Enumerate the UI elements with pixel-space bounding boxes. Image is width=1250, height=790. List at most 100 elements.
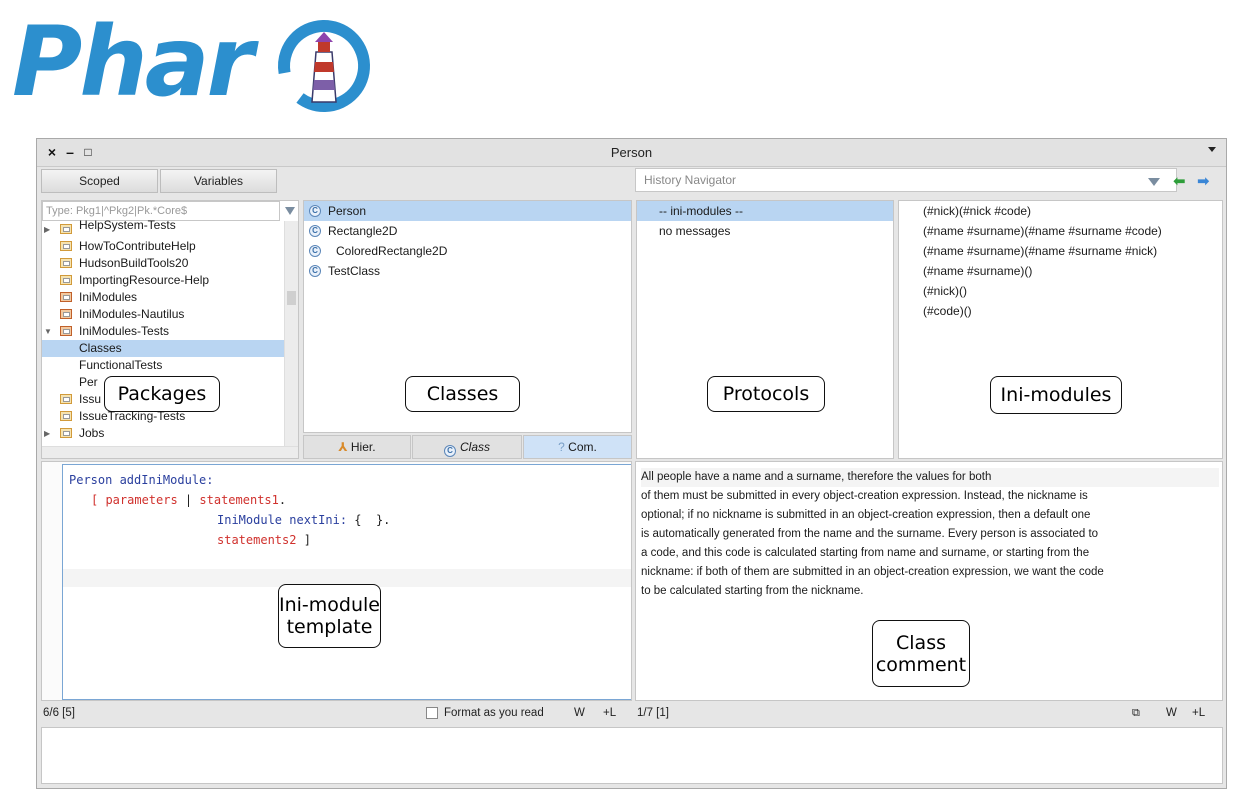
package-label: Jobs bbox=[79, 426, 105, 440]
hierarchy-icon: ⅄ bbox=[338, 440, 348, 454]
class-item[interactable]: C Person bbox=[304, 201, 631, 221]
package-icon bbox=[60, 428, 72, 438]
comment-line: nickname: if both of them are submitted … bbox=[641, 566, 1104, 578]
package-tag-label: FunctionalTests bbox=[79, 358, 163, 372]
package-icon bbox=[60, 394, 72, 404]
variables-button[interactable]: Variables bbox=[160, 169, 277, 193]
callout-classes: Classes bbox=[405, 376, 520, 412]
ini-module-item[interactable]: (#name #surname)() bbox=[899, 261, 1222, 281]
package-item[interactable]: ▼ IniModules-Tests bbox=[42, 323, 286, 340]
package-item[interactable]: IniModules bbox=[42, 289, 286, 306]
protocol-item[interactable]: no messages bbox=[637, 221, 893, 241]
protocols-pane: -- ini-modules -- no messages bbox=[636, 200, 894, 459]
ini-module-template-editor[interactable]: Person addIniModule: [ parameters | stat… bbox=[62, 464, 631, 700]
class-icon: C bbox=[309, 245, 321, 257]
package-item[interactable]: HudsonBuildTools20 bbox=[42, 255, 286, 272]
packages-scrollbar[interactable] bbox=[284, 221, 298, 446]
package-item[interactable]: ▶ Jobs bbox=[42, 425, 286, 442]
expand-icon[interactable]: ▶ bbox=[44, 221, 50, 238]
comment-line: All people have a name and a surname, th… bbox=[641, 468, 1219, 487]
class-view-tabs: ⅄ Hier. C Class ? Com. bbox=[303, 435, 632, 459]
callout-packages: Packages bbox=[104, 376, 220, 412]
comment-line: to be calculated starting from the nickn… bbox=[641, 585, 864, 597]
package-icon bbox=[60, 258, 72, 268]
class-item[interactable]: C TestClass bbox=[304, 261, 631, 281]
packages-hscrollbar[interactable] bbox=[42, 446, 298, 458]
bottom-panel bbox=[41, 727, 1223, 784]
package-label: Issu bbox=[79, 392, 102, 406]
copy-icon[interactable]: ⧉ bbox=[1132, 703, 1140, 723]
line-numbers-toggle[interactable]: +L bbox=[603, 703, 616, 723]
forward-arrow-icon[interactable]: ➡ bbox=[1197, 172, 1210, 190]
system-browser-window: × – □ Person Scoped Variables History Na… bbox=[36, 138, 1227, 789]
filter-dropdown-icon[interactable] bbox=[285, 207, 295, 215]
package-icon bbox=[60, 326, 72, 336]
code-status-bar: 6/6 [5] Format as you read W +L bbox=[41, 703, 632, 723]
line-position: 6/6 [5] bbox=[43, 707, 75, 719]
history-navigator-input[interactable]: History Navigator bbox=[635, 168, 1177, 192]
class-label: Rectangle2D bbox=[328, 224, 398, 238]
code-token: IniModule nextIni: bbox=[217, 513, 348, 527]
scrollbar-thumb[interactable] bbox=[287, 291, 296, 305]
wrap-toggle[interactable]: W bbox=[1166, 703, 1177, 723]
package-tag-item[interactable]: Classes bbox=[42, 340, 286, 357]
line-numbers-toggle[interactable]: +L bbox=[1192, 703, 1205, 723]
package-item[interactable]: HowToContributeHelp bbox=[42, 238, 286, 255]
class-tab[interactable]: C Class bbox=[412, 435, 522, 459]
scoped-button[interactable]: Scoped bbox=[41, 169, 158, 193]
package-icon bbox=[60, 411, 72, 421]
package-icon bbox=[60, 275, 72, 285]
collapse-icon[interactable]: ▼ bbox=[44, 323, 52, 340]
code-token: ] bbox=[296, 533, 311, 547]
package-label: HudsonBuildTools20 bbox=[79, 256, 189, 270]
title-bar: × – □ Person bbox=[37, 139, 1226, 167]
logo-text: Phar bbox=[12, 6, 254, 118]
code-token: statements2 bbox=[217, 533, 297, 547]
package-tag-item[interactable]: FunctionalTests bbox=[42, 357, 286, 374]
class-item[interactable]: C Rectangle2D bbox=[304, 221, 631, 241]
code-token: [ bbox=[91, 493, 106, 507]
expand-icon[interactable]: ▶ bbox=[44, 425, 50, 442]
wrap-toggle[interactable]: W bbox=[574, 703, 585, 723]
pharo-logo: Phar bbox=[12, 6, 392, 118]
class-icon: C bbox=[309, 205, 321, 217]
protocol-item[interactable]: -- ini-modules -- bbox=[637, 201, 893, 221]
package-tag-label: Classes bbox=[79, 341, 122, 355]
ini-modules-pane: (#nick)(#nick #code) (#name #surname)(#n… bbox=[898, 200, 1223, 459]
code-token: Person addIniModule: bbox=[69, 473, 214, 487]
code-token: . bbox=[278, 493, 287, 507]
comment-line: a code, and this code is calculated star… bbox=[641, 547, 1090, 559]
class-label: Person bbox=[328, 204, 367, 218]
ini-module-item[interactable]: (#nick)() bbox=[899, 281, 1222, 301]
code-pane: Person addIniModule: [ parameters | stat… bbox=[41, 461, 632, 701]
code-token: parameters bbox=[105, 493, 178, 507]
chevron-down-icon[interactable] bbox=[1208, 147, 1216, 152]
comment-line: of them must be submitted in every objec… bbox=[641, 490, 1088, 502]
dropdown-arrow-icon[interactable] bbox=[1148, 178, 1160, 186]
package-item[interactable]: ImportingResource-Help bbox=[42, 272, 286, 289]
callout-ini-module-template: Ini-module template bbox=[278, 584, 381, 648]
package-icon bbox=[60, 224, 72, 234]
package-item[interactable]: ▶ HelpSystem-Tests bbox=[42, 218, 286, 238]
ini-module-item[interactable]: (#nick)(#nick #code) bbox=[899, 201, 1222, 221]
package-label: IniModules-Tests bbox=[79, 324, 170, 338]
package-item[interactable]: IniModules-Nautilus bbox=[42, 306, 286, 323]
class-icon: C bbox=[443, 445, 456, 457]
ini-module-item[interactable]: (#code)() bbox=[899, 301, 1222, 321]
hierarchy-tab[interactable]: ⅄ Hier. bbox=[303, 435, 411, 459]
line-position: 1/7 [1] bbox=[637, 707, 669, 719]
ini-module-item[interactable]: (#name #surname)(#name #surname #nick) bbox=[899, 241, 1222, 261]
format-checkbox[interactable] bbox=[426, 707, 438, 719]
class-icon: C bbox=[309, 265, 321, 277]
class-item[interactable]: C ColoredRectangle2D bbox=[304, 241, 631, 261]
comment-tab[interactable]: ? Com. bbox=[523, 435, 632, 459]
back-arrow-icon[interactable]: ⬅ bbox=[1173, 172, 1186, 190]
package-label: ImportingResource-Help bbox=[79, 273, 210, 287]
code-token: { }. bbox=[347, 513, 391, 527]
class-icon: C bbox=[309, 225, 321, 237]
callout-class-comment: Class comment bbox=[872, 620, 970, 687]
window-title: Person bbox=[610, 145, 653, 160]
ini-module-item[interactable]: (#name #surname)(#name #surname #code) bbox=[899, 221, 1222, 241]
callout-protocols: Protocols bbox=[707, 376, 825, 412]
package-label: HelpSystem-Tests bbox=[79, 218, 176, 232]
